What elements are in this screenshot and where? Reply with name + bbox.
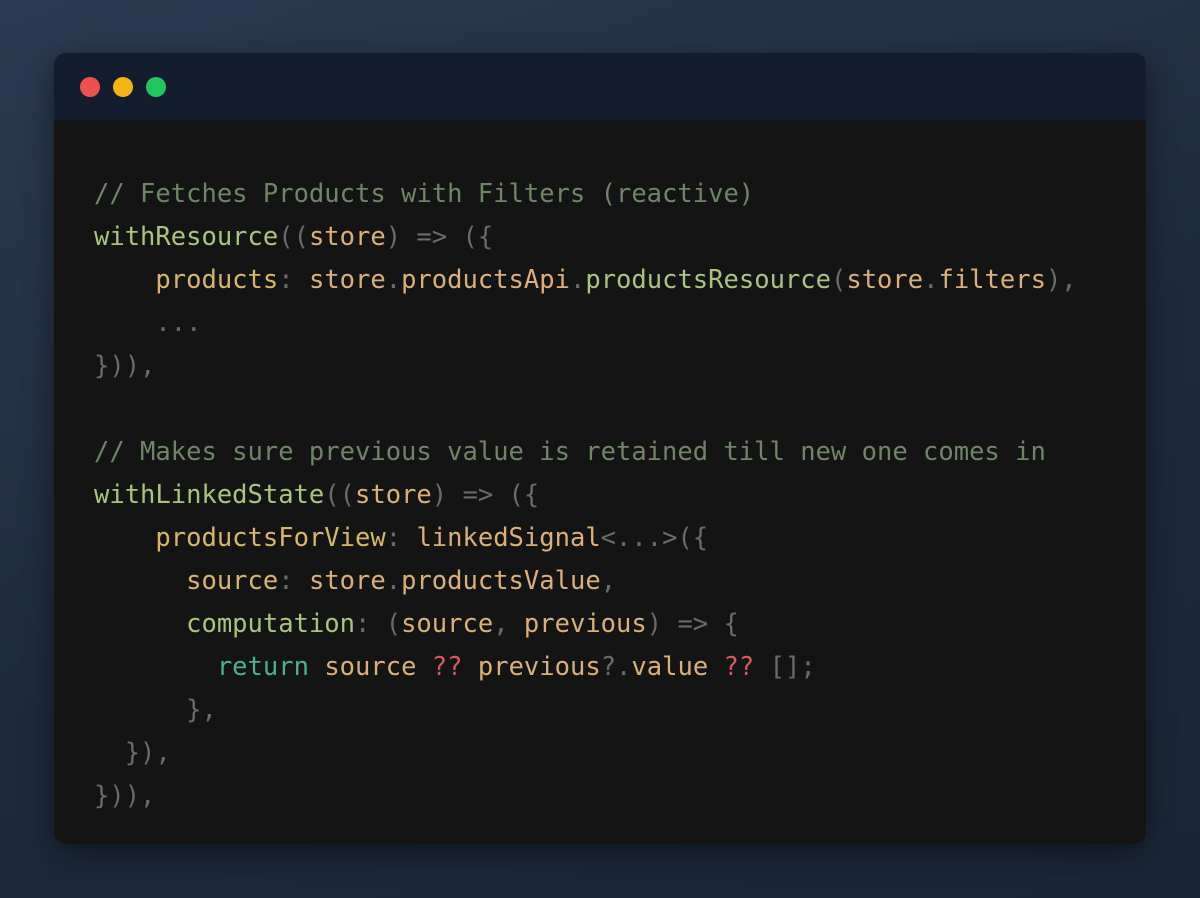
code-token: ),: [1045, 265, 1077, 295]
code-token: .: [385, 265, 402, 295]
code-token: store: [355, 480, 432, 510]
zoom-dot[interactable]: [146, 76, 166, 97]
code-token: (: [830, 265, 847, 295]
code-token: ,: [493, 609, 524, 639]
code-token: withResource: [94, 222, 279, 252]
code-token: source: [186, 566, 279, 596]
code-token: linkedSignal: [416, 523, 601, 553]
code-token: filters: [938, 265, 1046, 295]
code-token: previous: [477, 652, 601, 682]
code-token: computation: [186, 609, 356, 639]
code-line: },: [94, 689, 1077, 732]
code-token: store: [308, 222, 386, 252]
code-token: previous: [523, 609, 647, 639]
code-token: ((: [278, 222, 309, 252]
code-token: :: [385, 523, 417, 553]
code-token: products: [155, 265, 279, 295]
code-line: // Fetches Products with Filters (reacti…: [94, 173, 1077, 216]
code-token: ...: [94, 308, 202, 338]
code-token: return: [216, 652, 309, 682]
minimize-dot[interactable]: [113, 76, 133, 97]
code-line: withLinkedState((store) => ({: [94, 474, 1077, 517]
code-token: // Fetches Products with Filters (reacti…: [94, 179, 755, 209]
code-token: ??: [723, 652, 755, 682]
code-token: ,: [600, 566, 617, 596]
code-line: withResource((store) => ({: [94, 216, 1077, 259]
window-titlebar: [54, 53, 1146, 120]
code-token: },: [94, 695, 217, 725]
code-token: })),: [94, 781, 156, 811]
code-line: ...: [94, 302, 1077, 345]
code-token: :: [278, 566, 309, 596]
code-token: .: [923, 265, 939, 295]
code-token: <...>({: [600, 523, 709, 553]
code-line: productsForView: linkedSignal<...>({: [94, 517, 1077, 560]
code-token: productsApi: [401, 265, 570, 295]
code-token: ) => ({: [385, 222, 494, 252]
code-window: // Fetches Products with Filters (reacti…: [54, 53, 1146, 844]
code-token: store: [308, 566, 386, 596]
code-token: productsForView: [155, 523, 386, 553]
code-line: computation: (source, previous) => {: [94, 603, 1077, 646]
code-token: :: [278, 265, 309, 295]
code-block: // Fetches Products with Filters (reacti…: [94, 173, 1077, 818]
code-token: .: [385, 566, 402, 596]
code-token: // Makes sure previous value is retained…: [94, 437, 1046, 467]
code-line: products: store.productsApi.productsReso…: [94, 259, 1077, 302]
code-token: source: [401, 609, 494, 639]
code-token: value: [631, 652, 709, 682]
code-line: }),: [94, 732, 1077, 775]
code-token: ) => ({: [431, 480, 540, 510]
code-token: }),: [94, 738, 171, 768]
code-line: })),: [94, 345, 1077, 388]
close-dot[interactable]: [80, 76, 100, 97]
code-token: productsResource: [585, 265, 831, 295]
code-token: store: [846, 265, 924, 295]
code-token: ?.: [600, 652, 632, 682]
code-token: productsValue: [401, 566, 601, 596]
code-token: : (: [355, 609, 402, 639]
code-token: .: [569, 265, 586, 295]
code-token: })),: [94, 351, 156, 381]
code-token: ((: [324, 480, 356, 510]
code-token: source: [324, 652, 417, 682]
code-line: })),: [94, 775, 1077, 818]
code-line: // Makes sure previous value is retained…: [94, 431, 1077, 474]
code-line: source: store.productsValue,: [94, 560, 1077, 603]
code-token: ??: [431, 652, 463, 682]
code-token: withLinkedState: [94, 480, 325, 510]
code-token: ) => {: [646, 609, 739, 639]
code-token: store: [308, 265, 386, 295]
code-line: return source ?? previous?.value ?? [];: [94, 646, 1077, 689]
code-token: [];: [754, 652, 816, 682]
